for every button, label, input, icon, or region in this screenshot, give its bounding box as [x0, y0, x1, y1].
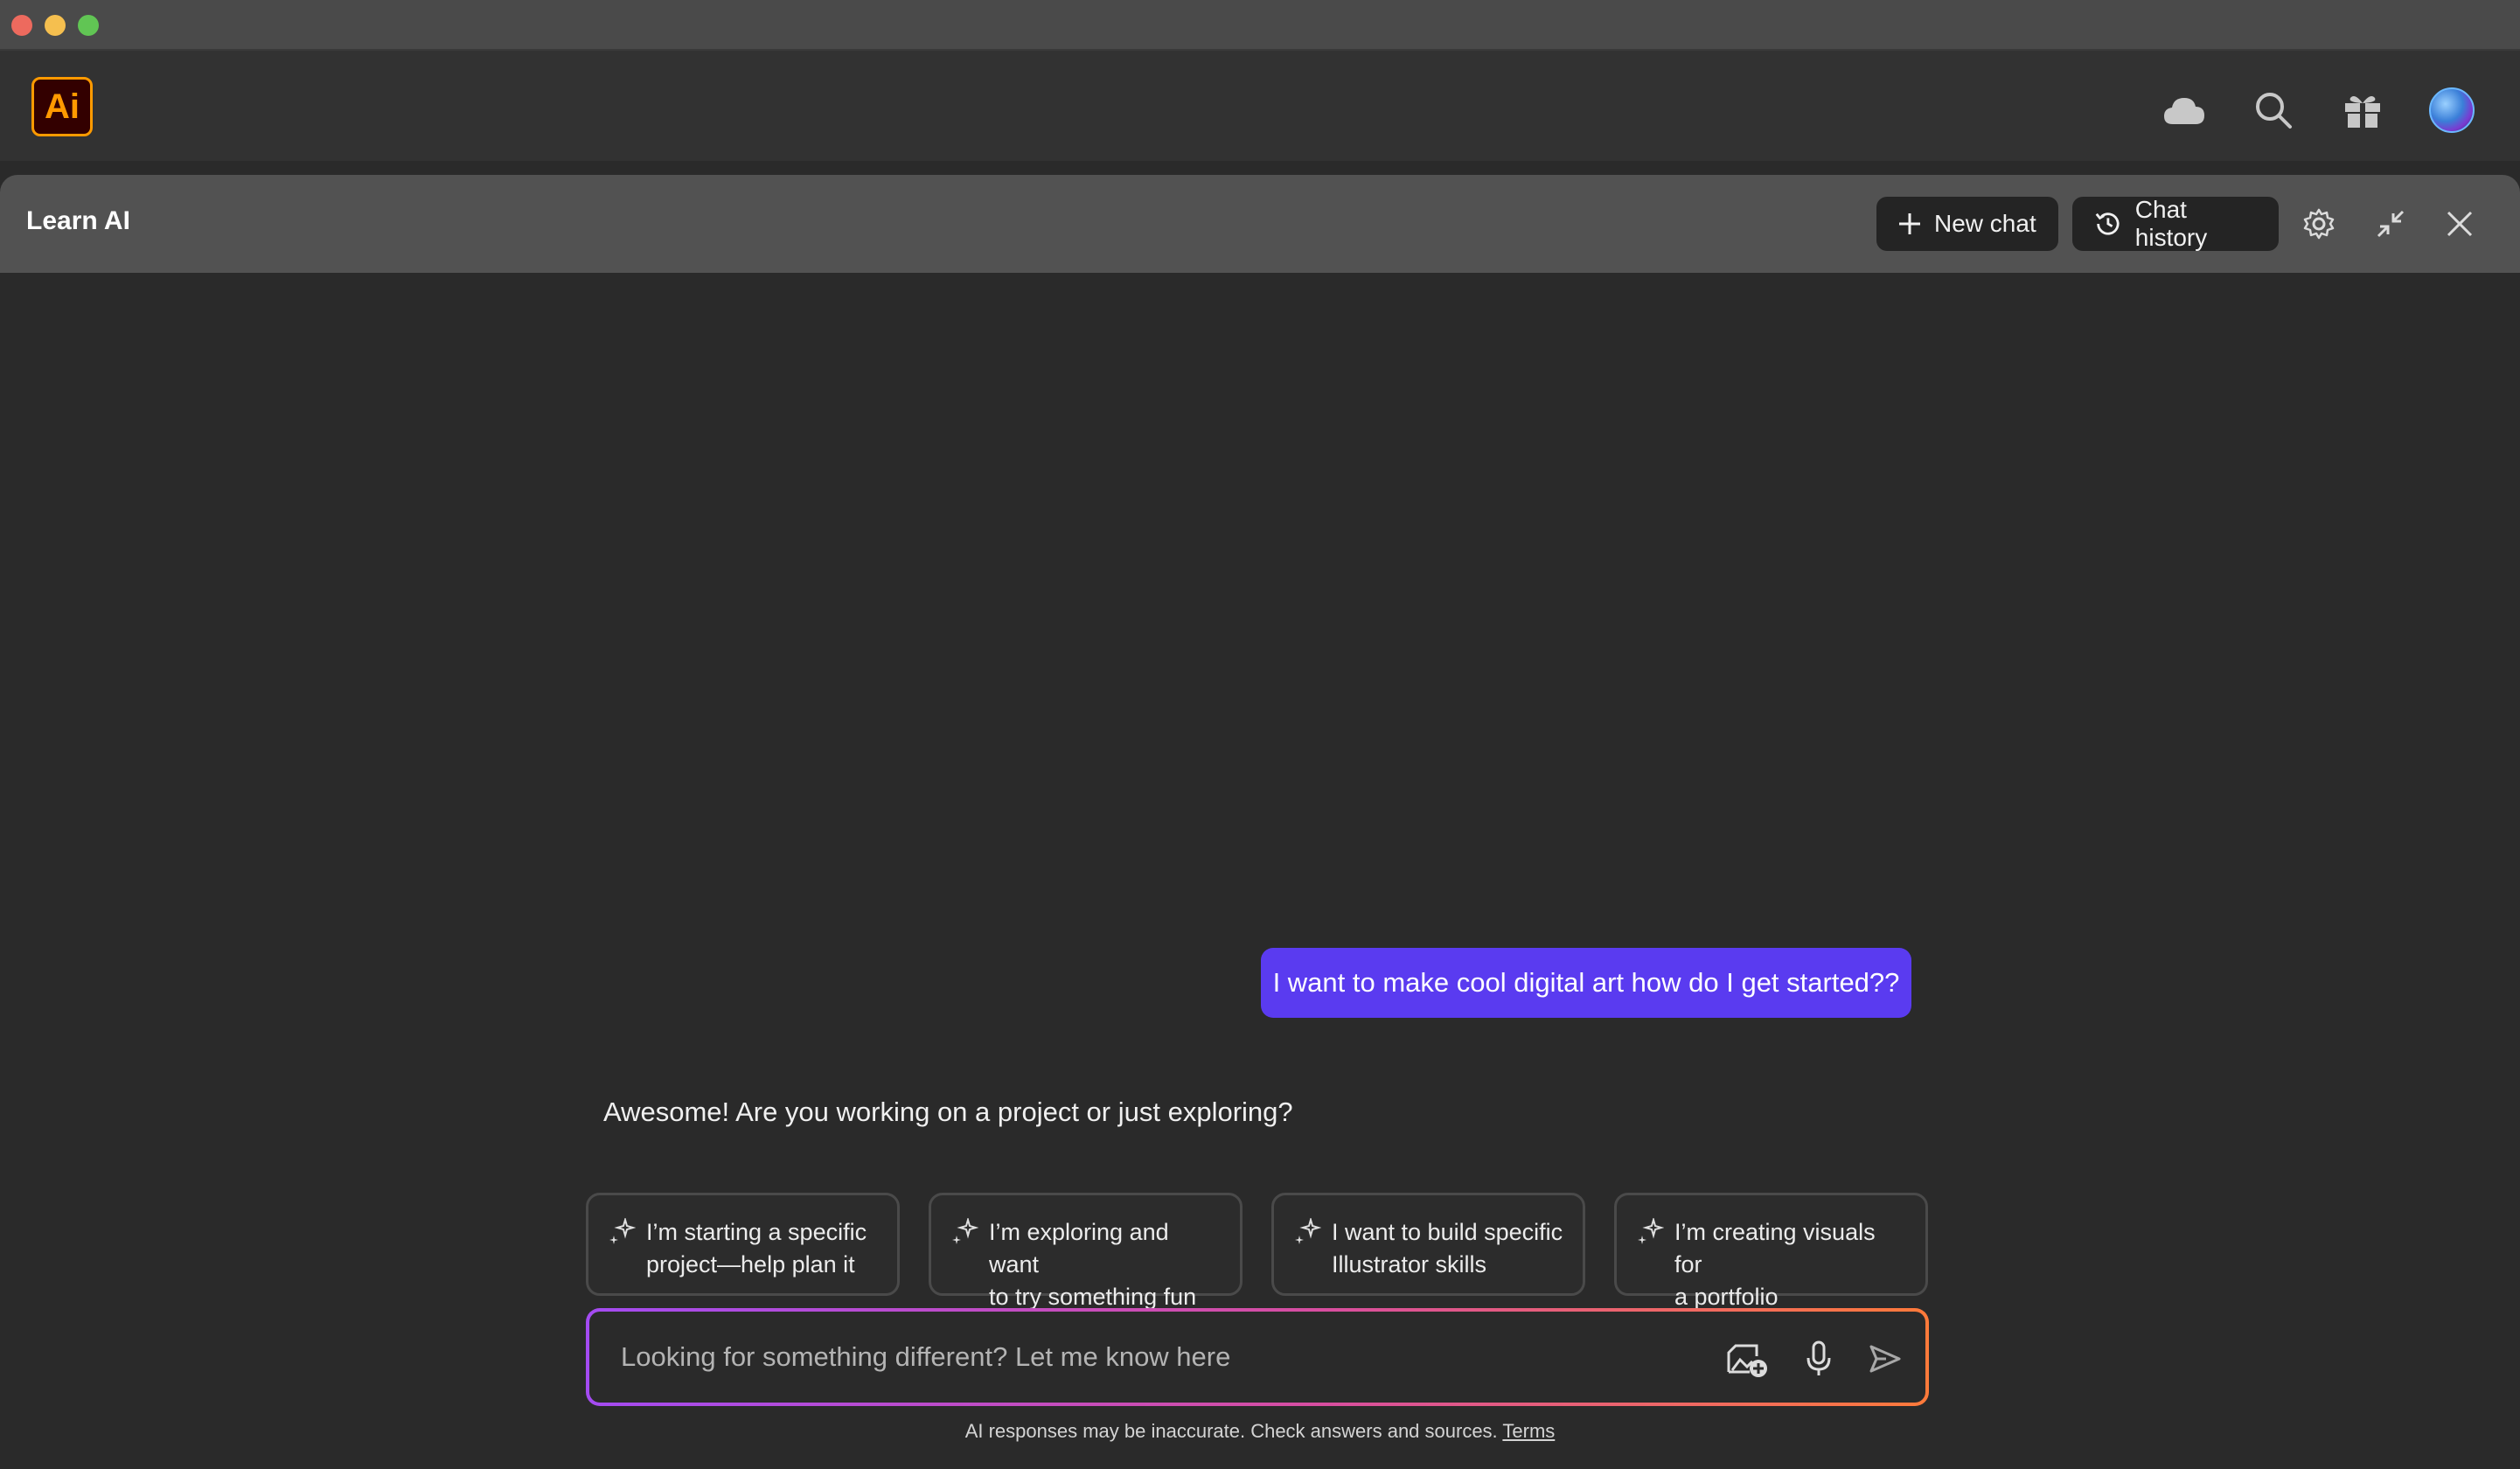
suggestion-line: I’m exploring and want	[989, 1219, 1169, 1278]
avatar	[2429, 87, 2475, 133]
terms-link[interactable]: Terms	[1502, 1420, 1555, 1442]
window-zoom-button[interactable]	[78, 15, 99, 36]
sparkle-icon	[952, 1218, 978, 1244]
illustrator-logo: Ai	[31, 77, 93, 136]
suggestion-line: Illustrator skills	[1332, 1251, 1487, 1278]
assistant-message: Awesome! Are you working on a project or…	[603, 1097, 1293, 1127]
cloud-icon[interactable]	[2160, 86, 2209, 135]
new-chat-button[interactable]: New chat	[1876, 197, 2058, 251]
sparkle-icon	[1295, 1218, 1321, 1244]
history-icon	[2095, 212, 2120, 235]
gift-icon[interactable]	[2338, 86, 2387, 135]
sparkle-icon	[1638, 1218, 1664, 1244]
close-icon[interactable]	[2437, 201, 2482, 247]
window-minimize-button[interactable]	[45, 15, 66, 36]
suggestion-chip[interactable]: I’m exploring and want to try something …	[929, 1193, 1243, 1310]
panel-title: Learn AI	[26, 206, 130, 235]
app-header: Ai	[0, 51, 2520, 161]
suggestion-chips: I’m starting a specific project—help pla…	[586, 1193, 1928, 1310]
suggestion-line: I’m creating visuals for	[1674, 1219, 1876, 1278]
send-icon[interactable]	[1861, 1334, 1910, 1383]
settings-gear-icon[interactable]	[2296, 201, 2342, 247]
chat-input[interactable]	[621, 1312, 1714, 1403]
ai-disclaimer: AI responses may be inaccurate. Check an…	[0, 1420, 2520, 1443]
panel-header: Learn AI New chat Chat history	[0, 175, 2520, 273]
disclaimer-text: AI responses may be inaccurate. Check an…	[964, 1420, 1498, 1442]
suggestion-chip[interactable]: I’m creating visuals for a portfolio	[1614, 1193, 1928, 1310]
chat-composer	[586, 1308, 1929, 1406]
microphone-icon[interactable]	[1794, 1334, 1843, 1383]
plus-icon	[1899, 213, 1920, 234]
sparkle-icon	[609, 1218, 636, 1244]
window-close-button[interactable]	[11, 15, 32, 36]
user-message-bubble: I want to make cool digital art how do I…	[1261, 948, 1911, 1018]
chat-history-label: Chat history	[2134, 196, 2208, 251]
add-image-icon[interactable]	[1723, 1334, 1772, 1383]
suggestion-chip[interactable]: I’m starting a specific project—help pla…	[586, 1193, 900, 1296]
new-chat-label: New chat	[1934, 210, 2036, 237]
suggestion-chip[interactable]: I want to build specific Illustrator ski…	[1271, 1193, 1585, 1296]
collapse-icon[interactable]	[2368, 201, 2413, 247]
chat-composer-inner	[589, 1312, 1925, 1403]
search-icon[interactable]	[2249, 86, 2298, 135]
suggestion-line: project—help plan it	[646, 1251, 855, 1278]
suggestion-line: I’m starting a specific	[646, 1219, 867, 1245]
app-header-icons	[2160, 86, 2476, 135]
learn-ai-panel: Learn AI New chat Chat history I want to…	[0, 175, 2520, 1469]
window-titlebar	[0, 0, 2520, 51]
suggestion-line: I want to build specific	[1332, 1219, 1563, 1245]
chat-history-button[interactable]: Chat history	[2072, 196, 2279, 251]
user-avatar[interactable]	[2427, 86, 2476, 135]
